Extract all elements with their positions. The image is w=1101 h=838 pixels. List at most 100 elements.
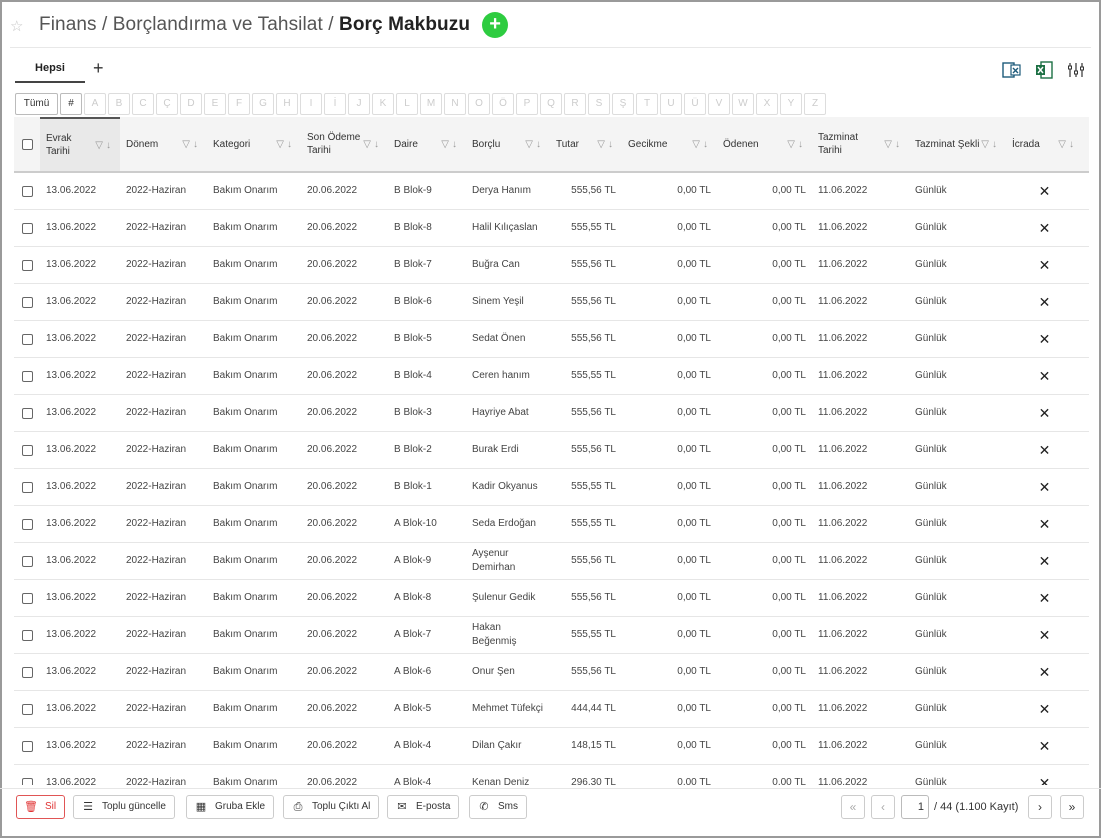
letter-button[interactable]: K [372,93,394,115]
row-checkbox[interactable] [21,592,33,604]
letter-button[interactable]: X [756,93,778,115]
letter-button[interactable]: O [468,93,490,115]
letter-button[interactable]: Ç [156,93,178,115]
excel-export-icon[interactable] [1033,60,1055,80]
row-checkbox[interactable] [21,629,33,641]
table-row[interactable]: 13.06.2022 2022-Haziran Bakım Onarım 20.06.… [14,469,1089,506]
letter-button[interactable]: T [636,93,658,115]
letter-button[interactable]: Ü [684,93,706,115]
table-row[interactable]: 13.06.2022 2022-Haziran Bakım Onarım 20.06.… [14,173,1089,210]
filter-sort-icon[interactable]: ▽↓ [95,140,114,151]
row-checkbox[interactable] [21,481,33,493]
letter-button[interactable]: W [732,93,754,115]
table-row[interactable]: 13.06.2022 2022-Haziran Bakım Onarım 20.06.… [14,654,1089,691]
letter-button[interactable]: I [300,93,322,115]
letter-button[interactable]: S [588,93,610,115]
delete-button[interactable]: 🗑 Sil [16,795,66,819]
letter-button[interactable]: L [396,93,418,115]
row-checkbox[interactable] [21,407,33,419]
col-gecikme-header[interactable]: Gecikme ▽↓ [622,117,717,171]
col-tazminat-sekli-header[interactable]: Tazminat Şekli ▽↓ [909,117,1006,171]
col-odenen-header[interactable]: Ödenen ▽↓ [717,117,812,171]
col-donem-header[interactable]: Dönem ▽↓ [120,117,207,171]
previous-page-button[interactable]: ‹ [871,795,895,819]
letter-button[interactable]: Ş [612,93,634,115]
table-row[interactable]: 13.06.2022 2022-Haziran Bakım Onarım 20.06.… [14,284,1089,321]
col-daire-header[interactable]: Daire ▽↓ [388,117,466,171]
last-page-button[interactable]: » [1060,795,1084,819]
col-tazminat-tarihi-header[interactable]: Tazminat Tarihi ▽↓ [812,117,909,171]
first-page-button[interactable]: « [841,795,865,819]
table-row[interactable]: 13.06.2022 2022-Haziran Bakım Onarım 20.06.… [14,580,1089,617]
filter-sort-icon[interactable]: ▽↓ [1058,139,1077,150]
letter-number-button[interactable]: # [60,93,82,115]
add-tab-button[interactable]: + [93,57,104,79]
row-checkbox[interactable] [21,777,33,785]
col-tutar-header[interactable]: Tutar ▽↓ [550,117,622,171]
row-checkbox[interactable] [21,555,33,567]
letter-button[interactable]: H [276,93,298,115]
letter-button[interactable]: Ö [492,93,514,115]
table-row[interactable]: 13.06.2022 2022-Haziran Bakım Onarım 20.06.… [14,728,1089,765]
letter-button[interactable]: J [348,93,370,115]
col-kategori-header[interactable]: Kategori ▽↓ [207,117,301,171]
email-button[interactable]: ✉ E-posta [387,795,460,819]
excel-import-icon[interactable] [1001,60,1023,80]
table-row[interactable]: 13.06.2022 2022-Haziran Bakım Onarım 20.06.… [14,617,1089,654]
letter-button[interactable]: C [132,93,154,115]
col-icrada-header[interactable]: İcrada ▽↓ [1006,117,1083,171]
letter-all-button[interactable]: Tümü [15,93,58,115]
sms-button[interactable]: ✆ Sms [469,795,527,819]
bulk-print-button[interactable]: ⎙ Toplu Çıktı Al [283,795,380,819]
letter-button[interactable]: Z [804,93,826,115]
table-row[interactable]: 13.06.2022 2022-Haziran Bakım Onarım 20.06.… [14,691,1089,728]
filter-sort-icon[interactable]: ▽↓ [363,139,382,150]
column-settings-icon[interactable] [1065,60,1087,80]
letter-button[interactable]: D [180,93,202,115]
row-checkbox[interactable] [21,370,33,382]
tab-all[interactable]: Hepsi [15,57,85,83]
filter-sort-icon[interactable]: ▽↓ [441,139,460,150]
row-checkbox[interactable] [21,666,33,678]
letter-button[interactable]: F [228,93,250,115]
letter-button[interactable]: U [660,93,682,115]
filter-sort-icon[interactable]: ▽↓ [981,139,1000,150]
filter-sort-icon[interactable]: ▽↓ [787,139,806,150]
row-checkbox[interactable] [21,259,33,271]
letter-button[interactable]: İ [324,93,346,115]
filter-sort-icon[interactable]: ▽↓ [276,139,295,150]
letter-button[interactable]: A [84,93,106,115]
letter-button[interactable]: Y [780,93,802,115]
letter-button[interactable]: R [564,93,586,115]
add-record-button[interactable]: + [482,12,509,38]
row-checkbox[interactable] [21,444,33,456]
table-row[interactable]: 13.06.2022 2022-Haziran Bakım Onarım 20.06.… [14,432,1089,469]
table-row[interactable]: 13.06.2022 2022-Haziran Bakım Onarım 20.06.… [14,543,1089,580]
row-checkbox[interactable] [21,185,33,197]
select-all-checkbox[interactable] [21,138,33,150]
table-row[interactable]: 13.06.2022 2022-Haziran Bakım Onarım 20.06.… [14,506,1089,543]
letter-button[interactable]: P [516,93,538,115]
table-row[interactable]: 13.06.2022 2022-Haziran Bakım Onarım 20.06.… [14,765,1089,785]
add-to-group-button[interactable]: ▦ Gruba Ekle [186,795,275,819]
filter-sort-icon[interactable]: ▽↓ [692,139,711,150]
row-checkbox[interactable] [21,518,33,530]
col-evrak-tarihi-header[interactable]: Evrak Tarihi ▽↓ [40,117,120,171]
filter-sort-icon[interactable]: ▽↓ [182,139,201,150]
table-row[interactable]: 13.06.2022 2022-Haziran Bakım Onarım 20.06.… [14,321,1089,358]
page-number-input[interactable]: 1 [901,795,929,819]
letter-button[interactable]: N [444,93,466,115]
letter-button[interactable]: G [252,93,274,115]
letter-button[interactable]: M [420,93,442,115]
row-checkbox[interactable] [21,740,33,752]
pin-icon[interactable]: ☆ [10,17,28,35]
row-checkbox[interactable] [21,703,33,715]
col-borclu-header[interactable]: Borçlu ▽↓ [466,117,550,171]
letter-button[interactable]: B [108,93,130,115]
filter-sort-icon[interactable]: ▽↓ [884,139,903,150]
letter-button[interactable]: Q [540,93,562,115]
row-checkbox[interactable] [21,222,33,234]
table-row[interactable]: 13.06.2022 2022-Haziran Bakım Onarım 20.06.… [14,358,1089,395]
table-row[interactable]: 13.06.2022 2022-Haziran Bakım Onarım 20.06.… [14,395,1089,432]
bulk-update-button[interactable]: ☰ Toplu güncelle [73,795,175,819]
